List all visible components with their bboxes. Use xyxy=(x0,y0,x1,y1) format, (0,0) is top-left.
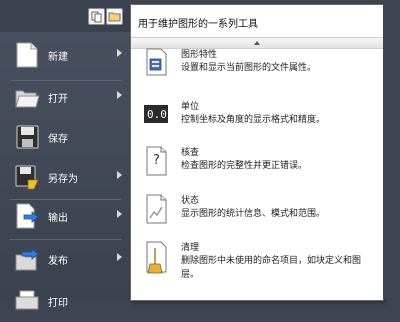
save-as-icon xyxy=(14,163,40,191)
menu-item-label: 发布 xyxy=(48,256,68,267)
new-document-icon xyxy=(14,41,40,69)
application-menu: 新建 打开 保存 另存为 输出 发布 打印 xyxy=(0,0,130,310)
menu-item-new[interactable]: 新建 xyxy=(0,36,130,76)
submenu-arrow-icon xyxy=(117,91,122,99)
menu-item-label: 输出 xyxy=(48,213,68,224)
flyout-item-title: 核查 xyxy=(181,148,200,158)
flyout-item-title: 图形特性 xyxy=(181,50,218,60)
menu-item-label: 新建 xyxy=(48,52,68,63)
flyout-item-purge[interactable]: 清理 删除图形中未使用的命名项目，如块定义和图层。 xyxy=(131,238,383,284)
menu-item-export[interactable]: 输出 xyxy=(0,197,130,237)
open-documents-icon[interactable] xyxy=(106,8,123,25)
recent-documents-icon[interactable] xyxy=(88,8,105,25)
menu-item-label: 打印 xyxy=(48,298,68,309)
menu-item-print[interactable]: 打印 xyxy=(0,282,130,322)
flyout-item-title: 清理 xyxy=(181,243,200,253)
menu-item-publish[interactable]: 发布 xyxy=(0,240,130,280)
units-icon-text: 0.0 xyxy=(147,108,167,121)
audit-icon-text: ? xyxy=(153,153,160,168)
flyout-title: 用于维护图形的一系列工具 xyxy=(138,19,258,30)
quick-access-bar xyxy=(0,0,130,32)
submenu-arrow-icon xyxy=(117,210,122,218)
open-folder-icon xyxy=(14,83,40,111)
flyout-item-description: 删除图形中未使用的命名项目，如块定义和图层。 xyxy=(181,256,362,280)
save-disk-icon xyxy=(14,123,40,151)
flyout-item-title: 状态 xyxy=(181,196,200,206)
drawing-properties-icon xyxy=(141,47,171,79)
flyout-item-description: 控制坐标及角度的显示格式和精度。 xyxy=(181,115,326,125)
flyout-item-units[interactable]: 0.0 单位 控制坐标及角度的显示格式和精度。 xyxy=(131,97,383,143)
menu-item-label: 打开 xyxy=(48,94,68,105)
flyout-item-description: 显示图形的统计信息、模式和范围。 xyxy=(181,209,326,219)
menu-item-save-as[interactable]: 另存为 xyxy=(0,158,130,198)
flyout-item-drawing-properties[interactable]: 图形特性 设置和显示当前图形的文件属性。 xyxy=(131,45,383,91)
submenu-arrow-icon xyxy=(117,253,122,261)
flyout-item-description: 检查图形的完整性并更正错误。 xyxy=(181,161,308,171)
status-icon xyxy=(141,193,171,225)
menu-item-label: 另存为 xyxy=(48,174,78,185)
submenu-arrow-icon xyxy=(117,49,122,57)
flyout-header: 用于维护图形的一系列工具 xyxy=(131,5,383,38)
drawing-utilities-flyout: 用于维护图形的一系列工具 图形特性 设置和显示当前图形的文件属性。 0.0 单位… xyxy=(130,4,384,301)
submenu-arrow-icon xyxy=(117,171,122,179)
purge-icon xyxy=(141,240,171,274)
publish-icon xyxy=(14,245,40,273)
flyout-item-description: 设置和显示当前图形的文件属性。 xyxy=(181,63,317,73)
flyout-item-title: 单位 xyxy=(181,102,200,112)
flyout-item-audit[interactable]: ? 核查 检查图形的完整性并更正错误。 xyxy=(131,143,383,189)
background-strip xyxy=(383,0,400,299)
audit-icon: ? xyxy=(141,145,171,177)
printer-icon xyxy=(14,287,40,315)
export-icon xyxy=(14,202,40,230)
menu-item-open[interactable]: 打开 xyxy=(0,78,130,118)
units-icon: 0.0 xyxy=(141,99,171,131)
flyout-item-status[interactable]: 状态 显示图形的统计信息、模式和范围。 xyxy=(131,191,383,237)
menu-item-save[interactable]: 保存 xyxy=(0,118,130,158)
menu-item-label: 保存 xyxy=(48,134,68,145)
